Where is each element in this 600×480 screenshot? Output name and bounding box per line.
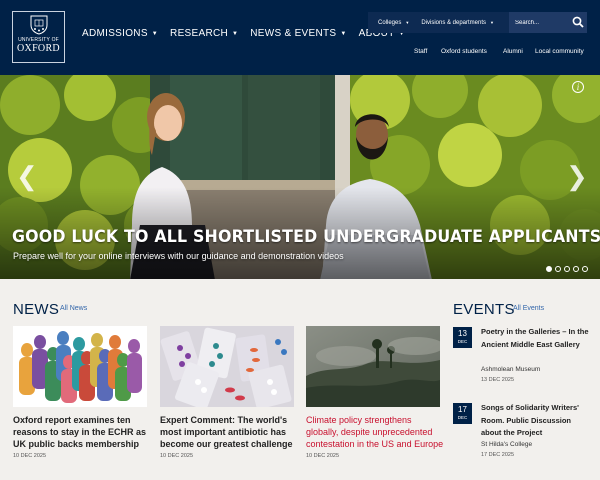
news-date-2: 10 DEC 2025 (160, 453, 194, 459)
carousel-dots (546, 266, 588, 272)
news-date-3: 10 DEC 2025 (306, 453, 340, 459)
nav-label: ADMISSIONS (82, 28, 148, 39)
people-illustration (13, 326, 147, 407)
event-venue-1: Ashmolean Museum (481, 366, 541, 373)
news-title-1[interactable]: Oxford report examines ten reasons to st… (13, 414, 153, 450)
site-header: UNIVERSITY OF OXFORD ADMISSIONS ▼ RESEARC… (0, 0, 600, 75)
nav-news-events[interactable]: NEWS & EVENTS ▼ (250, 28, 346, 39)
wildfire-photo (306, 326, 440, 407)
hero-carousel: ❮ ❯ i GOOD LUCK TO ALL SHORTLISTED UNDER… (0, 75, 600, 279)
all-events-link[interactable]: All Events (513, 305, 544, 312)
news-heading: NEWS (13, 301, 60, 318)
search-icon[interactable] (572, 16, 584, 28)
event-day: 17 (458, 405, 467, 414)
secnav-staff[interactable]: Staff (414, 48, 427, 55)
carousel-dot-4[interactable] (573, 266, 579, 272)
info-icon[interactable]: i (572, 81, 584, 93)
utility-bar: Colleges ▼ Divisions & departments ▼ (368, 12, 509, 33)
carousel-next-arrow[interactable]: ❯ (566, 163, 588, 189)
carousel-dot-3[interactable] (564, 266, 570, 272)
event-month: DEC (457, 415, 468, 420)
news-title-2[interactable]: Expert Comment: The world's most importa… (160, 414, 300, 450)
main-navigation: ADMISSIONS ▼ RESEARCH ▼ NEWS & EVENTS ▼ ABO… (82, 28, 405, 39)
oxford-logo[interactable]: UNIVERSITY OF OXFORD (12, 11, 65, 63)
colleges-dropdown[interactable]: Colleges ▼ (378, 20, 409, 26)
event-month: DEC (457, 339, 468, 344)
news-image-2[interactable] (160, 326, 294, 407)
nav-research[interactable]: RESEARCH ▼ (170, 28, 238, 39)
nav-label: NEWS & EVENTS (250, 28, 337, 39)
news-date-1: 10 DEC 2025 (13, 453, 47, 459)
news-title-3[interactable]: Climate policy strengthens globally, des… (306, 414, 446, 450)
event-venue-2: St Hilda's College (481, 441, 533, 448)
hero-photo (0, 75, 600, 279)
secnav-oxford-students[interactable]: Oxford students (441, 48, 487, 55)
secnav-local-community[interactable]: Local community (535, 48, 584, 55)
hero-subtitle: Prepare well for your online interviews … (13, 251, 344, 261)
colleges-label: Colleges (378, 19, 402, 26)
caret-down-icon: ▼ (405, 20, 410, 25)
carousel-dot-1[interactable] (546, 266, 552, 272)
caret-down-icon: ▼ (151, 30, 159, 37)
secnav-alumni[interactable]: Alumni (503, 48, 523, 55)
divisions-label: Divisions & departments (421, 19, 487, 26)
hero-title[interactable]: GOOD LUCK TO ALL SHORTLISTED UNDERGRADUA… (12, 227, 600, 247)
event-title-1[interactable]: Poetry in the Galleries – In the Ancient… (481, 326, 593, 351)
nav-label: RESEARCH (170, 28, 229, 39)
caret-down-icon: ▼ (490, 20, 494, 25)
caret-down-icon: ▼ (340, 30, 347, 37)
event-date-badge-2: 17 DEC (453, 403, 472, 424)
carousel-prev-arrow[interactable]: ❮ (16, 163, 38, 189)
all-news-link[interactable]: All News (60, 305, 87, 312)
carousel-dot-2[interactable] (555, 266, 561, 272)
event-date-1: 13 DEC 2025 (481, 377, 515, 383)
nav-admissions[interactable]: ADMISSIONS ▼ (82, 28, 158, 39)
crest-icon (30, 15, 47, 35)
carousel-dot-5[interactable] (582, 266, 588, 272)
divisions-dropdown[interactable]: Divisions & departments ▼ (421, 20, 494, 26)
event-day: 13 (458, 329, 467, 338)
search-input[interactable] (515, 17, 567, 28)
news-image-1[interactable] (13, 326, 147, 407)
pills-photo (160, 326, 294, 407)
events-heading: EVENTS (453, 301, 515, 318)
logo-oxford: OXFORD (17, 43, 60, 54)
event-date-badge-1: 13 DEC (453, 327, 472, 348)
event-date-2: 17 DEC 2025 (481, 452, 515, 458)
caret-down-icon: ▼ (232, 30, 239, 37)
news-image-3[interactable] (306, 326, 440, 407)
event-title-2[interactable]: Songs of Solidarity Writers' Room. Publi… (481, 402, 593, 440)
search-box (509, 12, 587, 33)
